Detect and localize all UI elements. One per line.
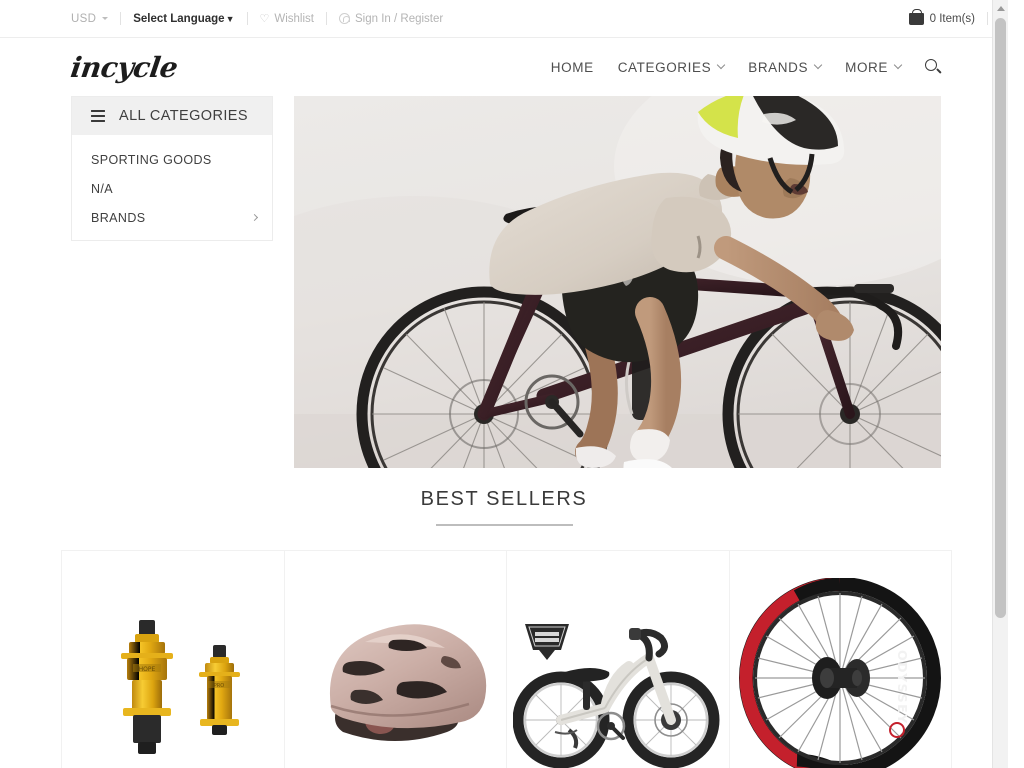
- sidebar-item-label: N/A: [91, 181, 114, 196]
- scroll-up-arrow-icon[interactable]: [993, 0, 1008, 16]
- scrollbar-thumb[interactable]: [995, 18, 1006, 618]
- nav-item-categories[interactable]: CATEGORIES: [617, 59, 726, 75]
- product-grid: HOPE PRO ODYSSEY: [61, 550, 952, 768]
- all-categories-label: ALL CATEGORIES: [119, 108, 248, 124]
- wishlist-link[interactable]: ♡ Wishlist: [259, 12, 315, 26]
- all-categories-header[interactable]: ALL CATEGORIES: [72, 97, 272, 135]
- sidebar-item-label: BRANDS: [91, 210, 146, 225]
- divider: [987, 12, 988, 25]
- page-scrollbar[interactable]: [992, 0, 1008, 768]
- divider: [120, 12, 122, 25]
- currency-label: USD: [71, 12, 97, 25]
- chevron-down-icon: [716, 60, 726, 70]
- nav-item-home[interactable]: HOME: [551, 60, 594, 75]
- product-image-odyssey-bmx-wheel: ODYSSEY: [735, 577, 946, 768]
- language-label: Select Language: [133, 12, 225, 25]
- product-image-white-step-through-bike: [512, 580, 723, 768]
- product-image-gold-bicycle-hub-pair: HOPE PRO: [72, 580, 273, 768]
- svg-text:HOPE: HOPE: [138, 666, 155, 673]
- search-icon[interactable]: [925, 58, 942, 76]
- section-title: BEST SELLERS: [420, 488, 588, 510]
- svg-text:PRO: PRO: [214, 683, 224, 689]
- title-underline: [435, 524, 573, 526]
- sidebar-item-brands[interactable]: BRANDS: [72, 203, 272, 232]
- nav-label: HOME: [550, 59, 594, 75]
- sidebar-item-label: SPORTING GOODS: [91, 152, 212, 167]
- nav-item-brands[interactable]: BRANDS: [748, 59, 823, 75]
- currency-selector[interactable]: USD: [71, 12, 109, 25]
- sidebar-item-sporting-goods[interactable]: SPORTING GOODS: [72, 145, 272, 174]
- caret-down-icon: ▼: [225, 14, 235, 24]
- chevron-right-icon: [250, 213, 259, 222]
- nav-item-more[interactable]: MORE: [845, 59, 903, 75]
- shopping-bag-icon: [908, 8, 924, 25]
- wheel-brand-text: ODYSSEY: [895, 650, 910, 725]
- product-card-odyssey-bmx-wheel[interactable]: ODYSSEY: [730, 551, 952, 768]
- utility-bar-left: USD Select Language ▼ ♡ Wishlist Sign In…: [71, 12, 443, 25]
- hero-banner[interactable]: [294, 96, 941, 468]
- heart-icon: ♡: [259, 13, 270, 25]
- nav-label: BRANDS: [748, 59, 809, 75]
- account-link[interactable]: Sign In / Register: [339, 13, 443, 25]
- category-sidebar: ALL CATEGORIES SPORTING GOODS N/A BRANDS: [71, 96, 273, 241]
- best-sellers-section: BEST SELLERS: [0, 488, 1008, 526]
- utility-bar: USD Select Language ▼ ♡ Wishlist Sign In…: [0, 0, 1008, 38]
- account-label: Sign In / Register: [355, 12, 444, 25]
- category-list: SPORTING GOODS N/A BRANDS: [72, 135, 272, 240]
- cart-count-label: 0 Item(s): [929, 12, 975, 25]
- language-selector[interactable]: Select Language ▼: [133, 13, 234, 25]
- divider: [246, 12, 248, 25]
- product-card-white-step-through-bike[interactable]: [507, 551, 730, 768]
- product-card-gold-bicycle-hub-pair[interactable]: HOPE PRO: [62, 551, 285, 768]
- sidebar-item-na[interactable]: N/A: [72, 174, 272, 203]
- site-logo[interactable]: incycle: [69, 51, 180, 84]
- chevron-down-icon: [893, 60, 903, 70]
- nav-label: MORE: [845, 59, 888, 75]
- caret-down-icon: [102, 17, 109, 20]
- main-navigation: HOME CATEGORIES BRANDS MORE: [551, 58, 1008, 76]
- hamburger-icon: [91, 109, 105, 123]
- divider: [326, 12, 327, 25]
- hero-image: [294, 96, 941, 468]
- chevron-down-icon: [813, 60, 823, 70]
- product-image-pink-road-helmet: [295, 580, 496, 768]
- wishlist-label: Wishlist: [274, 12, 314, 25]
- product-card-pink-road-helmet[interactable]: [285, 551, 507, 768]
- user-circle-icon: [339, 13, 350, 24]
- nav-label: CATEGORIES: [617, 59, 712, 75]
- site-header: incycle HOME CATEGORIES BRANDS MORE: [0, 38, 1008, 96]
- page-root: USD Select Language ▼ ♡ Wishlist Sign In…: [0, 0, 1008, 768]
